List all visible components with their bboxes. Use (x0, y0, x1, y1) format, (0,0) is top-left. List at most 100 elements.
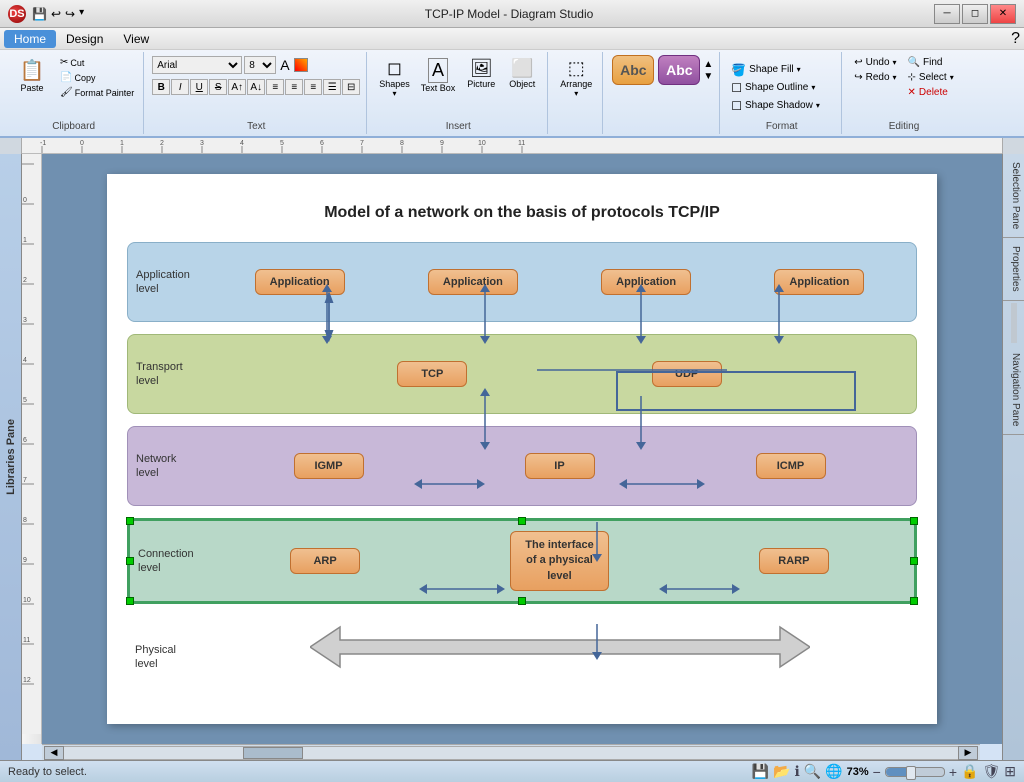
menu-home[interactable]: Home (4, 30, 56, 48)
underline-button[interactable]: U (190, 79, 208, 95)
application-node-2[interactable]: Application (428, 269, 518, 295)
delete-button[interactable]: ✕ Delete (904, 86, 958, 99)
network-layer: Networklevel IGMP IP ICMP (127, 426, 917, 506)
picture-button[interactable]: 🖼 Picture (462, 56, 500, 91)
zoom-slider[interactable] (885, 767, 945, 777)
cut-button[interactable]: ✂ Cut (57, 56, 137, 69)
navigation-pane-tab[interactable]: Navigation Pane (1003, 345, 1024, 435)
sel-handle-tl[interactable] (126, 517, 134, 525)
font-color-button[interactable]: A (278, 57, 291, 73)
shapes-button[interactable]: ◻ Shapes ▾ (375, 56, 414, 100)
sel-handle-ml[interactable] (126, 557, 134, 565)
arrange-dropdown[interactable]: ▾ (574, 89, 578, 98)
lock-icon[interactable]: 🔒 (961, 763, 978, 780)
shape-shadow-button[interactable]: ☐ Shape Shadow ▾ (728, 98, 823, 114)
shape-fill-button[interactable]: 🪣 Shape Fill ▾ (728, 62, 803, 78)
outline-dropdown[interactable]: ▾ (811, 83, 815, 92)
object-button[interactable]: ⬜ Object (503, 56, 541, 91)
abc-orange-1[interactable]: Abc (612, 55, 654, 85)
shadow-dropdown[interactable]: ▾ (816, 101, 820, 110)
fill-dropdown[interactable]: ▾ (797, 65, 801, 74)
abc-down[interactable]: ▼ (703, 71, 713, 82)
font-size-select[interactable]: 8 (244, 56, 276, 74)
select-dropdown[interactable]: ▾ (950, 73, 954, 82)
h-scrollbar[interactable]: ◀ ▶ (42, 744, 980, 760)
menu-view[interactable]: View (113, 30, 159, 48)
scroll-track[interactable] (64, 746, 958, 760)
canvas-scroll[interactable]: Model of a network on the basis of proto… (42, 154, 1002, 744)
undo-dropdown[interactable]: ▾ (893, 58, 897, 67)
redo-button[interactable]: ↪ Redo ▾ (850, 71, 900, 84)
icmp-node[interactable]: ICMP (756, 453, 826, 479)
font-family-select[interactable]: Arial (152, 56, 242, 74)
undo-redo-col: ↩ Undo ▾ ↪ Redo ▾ (850, 56, 900, 84)
sel-handle-bl[interactable] (126, 597, 134, 605)
rarp-node[interactable]: RARP (759, 548, 829, 574)
align-center-button[interactable]: ≡ (285, 79, 303, 95)
scroll-right-btn[interactable]: ▶ (958, 746, 978, 760)
svg-text:7: 7 (360, 140, 364, 147)
globe-icon[interactable]: 🌐 (825, 763, 842, 780)
sidebar-resize-handle[interactable] (1011, 303, 1017, 343)
application-node-3[interactable]: Application (601, 269, 691, 295)
ruler-vertical: 0 1 2 3 4 5 6 7 8 (22, 154, 42, 744)
interface-node[interactable]: The interfaceof a physicallevel (510, 531, 608, 591)
shape-outline-button[interactable]: ☐ Shape Outline ▾ (728, 80, 818, 96)
find-button[interactable]: 🔍 Find (904, 56, 958, 69)
info-icon[interactable]: ℹ (794, 763, 799, 780)
connection-layer[interactable]: Connectionlevel ARP The interfaceof a ph… (127, 518, 917, 604)
abc-arrows: ▲ ▼ (703, 59, 713, 82)
paste-button[interactable]: 📋 Paste (10, 56, 54, 95)
zoom-in-icon[interactable]: + (949, 764, 957, 780)
strikethrough-button[interactable]: S (209, 79, 227, 95)
textbox-button[interactable]: A Text Box (417, 56, 460, 95)
align-left-button[interactable]: ≡ (266, 79, 284, 95)
format-painter-button[interactable]: 🖌 Format Painter (57, 86, 137, 99)
grow-button[interactable]: A↑ (228, 79, 246, 95)
redo-qs-icon[interactable]: ↪ (65, 7, 75, 21)
align-right-button[interactable]: ≡ (304, 79, 322, 95)
close-button[interactable]: ✕ (990, 4, 1016, 24)
application-node-1[interactable]: Application (255, 269, 345, 295)
svg-text:-1: -1 (40, 140, 46, 147)
properties-tab[interactable]: Properties (1003, 238, 1024, 301)
undo-qs-icon[interactable]: ↩ (51, 7, 61, 21)
save-qs-icon[interactable]: 💾 (32, 7, 47, 21)
tcp-node[interactable]: TCP (397, 361, 467, 387)
application-node-4[interactable]: Application (774, 269, 864, 295)
selection-pane-tab[interactable]: Selection Pane (1003, 154, 1024, 238)
abc-purple-1[interactable]: Abc (658, 55, 700, 85)
open-icon[interactable]: 📂 (773, 763, 790, 780)
libraries-pane-tab[interactable]: Libraries Pane (0, 154, 22, 760)
italic-button[interactable]: I (171, 79, 189, 95)
shrink-button[interactable]: A↓ (247, 79, 265, 95)
select-button[interactable]: ⊹ Select ▾ (904, 71, 958, 84)
qs-dropdown[interactable]: ▾ (79, 7, 84, 21)
arrange-button[interactable]: ⬚ Arrange ▾ (556, 56, 596, 100)
undo-button[interactable]: ↩ Undo ▾ (850, 56, 900, 69)
bold-button[interactable]: B (152, 79, 170, 95)
scroll-left-btn[interactable]: ◀ (44, 746, 64, 760)
shapes-dropdown[interactable]: ▾ (392, 89, 396, 98)
zoom-out-icon[interactable]: − (873, 764, 881, 780)
shield-icon[interactable]: 🛡 (982, 763, 1000, 780)
igmp-node[interactable]: IGMP (294, 453, 364, 479)
save-icon[interactable]: 💾 (752, 763, 769, 780)
insert-content: ◻ Shapes ▾ A Text Box 🖼 Picture ⬜ Object (375, 54, 541, 119)
outline-icon: ☐ (731, 81, 742, 95)
expand-icon[interactable]: ⊞ (1004, 763, 1016, 780)
abc-up[interactable]: ▲ (703, 59, 713, 70)
font-color-swatch[interactable] (294, 58, 308, 72)
restore-button[interactable]: ◻ (962, 4, 988, 24)
bullet-button[interactable]: ☰ (323, 79, 341, 95)
copy-button[interactable]: 📄 Copy (57, 71, 137, 84)
minimize-button[interactable]: ─ (934, 4, 960, 24)
scroll-thumb[interactable] (243, 747, 303, 759)
menu-design[interactable]: Design (56, 30, 113, 48)
ip-node[interactable]: IP (525, 453, 595, 479)
indent-button[interactable]: ⊟ (342, 79, 360, 95)
help-icon[interactable]: ? (1011, 30, 1020, 48)
redo-dropdown[interactable]: ▾ (893, 73, 897, 82)
arp-node[interactable]: ARP (290, 548, 360, 574)
search-status-icon[interactable]: 🔍 (804, 763, 821, 780)
